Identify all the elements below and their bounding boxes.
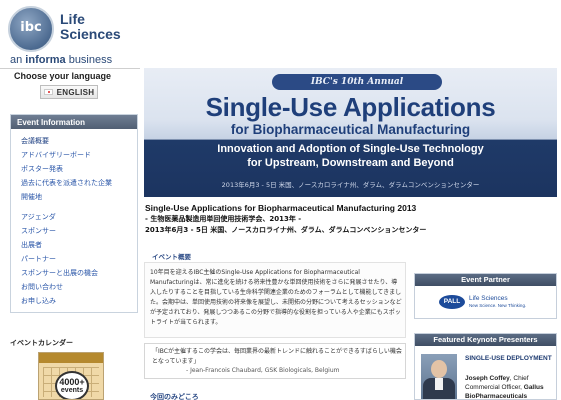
sidebar-item-partners[interactable]: パートナー xyxy=(11,252,137,266)
banner-date: 2013年6月3 - 5日 米国、ノースカロライナ州、ダラム、ダラムコンベンショ… xyxy=(221,181,480,189)
pall-logo-text: Life Sciences xyxy=(469,295,508,302)
left-sidebar: Choose your language ENGLISH Event Infor… xyxy=(0,68,140,313)
highlights-label: 今回のみどころ xyxy=(150,393,199,400)
language-heading: Choose your language xyxy=(0,68,140,82)
banner-title: Single-Use Applications xyxy=(205,92,496,122)
event-calendar-image[interactable]: 4000+ events xyxy=(38,352,104,400)
logo-tagline: an informa business xyxy=(10,54,112,66)
keynote-panel: Featured Keynote Presenters SINGLE-USE D… xyxy=(414,333,557,400)
keynote-speaker-photo xyxy=(421,354,457,399)
sidebar-item-exhibitors[interactable]: 出展者 xyxy=(11,238,137,252)
speaker-shirt xyxy=(435,378,443,390)
event-banner: IBC's 10th Annual Single-Use Application… xyxy=(144,68,557,197)
speaker-name: Joseph Coffey xyxy=(465,375,510,382)
tagline-post: business xyxy=(65,54,113,66)
pall-logo-sub: New Science. New Thinking. xyxy=(469,303,527,308)
keynote-heading: Featured Keynote Presenters xyxy=(415,334,556,346)
keynote-speaker: Joseph Coffey, Chief Commercial Officer,… xyxy=(465,374,556,399)
speaker-head xyxy=(431,360,447,378)
sidebar-item-past-attendees[interactable]: 過去に代表を派遣された企業 xyxy=(11,176,137,190)
calendar-badge: 4000+ events xyxy=(55,371,89,399)
sidebar-item-register[interactable]: お申し込み xyxy=(11,294,137,308)
event-date-location: 2013年6月3 - 5日 米国、ノースカロライナ州、ダラム、ダラムコンベンショ… xyxy=(145,226,427,234)
event-partner-heading: Event Partner xyxy=(415,274,556,286)
pall-logo[interactable]: PALL Life Sciences New Science. New Thin… xyxy=(439,293,535,311)
logo-line2: Sciences xyxy=(60,26,121,42)
pall-logo-mark: PALL xyxy=(439,295,465,309)
sidebar-item-sponsors[interactable]: スポンサー xyxy=(11,224,137,238)
sidebar-item-posters[interactable]: ポスター発表 xyxy=(11,162,137,176)
event-calendar-heading: イベントカレンダー xyxy=(10,339,73,347)
calendar-badge-number: 4000+ xyxy=(59,376,85,387)
sidebar-item-overview[interactable]: 会議概要 xyxy=(11,134,137,148)
keynote-topic[interactable]: SINGLE-USE DEPLOYMENT xyxy=(465,354,555,363)
event-title-japanese: - 生物医薬品製造用単回使用技術学会、2013年 - xyxy=(145,215,302,223)
banner-tagline-2: for Upstream, Downstream and Beyond xyxy=(247,157,454,169)
event-information-panel: Event Information 会議概要 アドバイザリーボード ポスター発表… xyxy=(10,114,138,313)
testimonial-author: - Jean-Francois Chaubard, GSK Biological… xyxy=(186,367,340,374)
banner-subtitle: for Biopharmaceutical Manufacturing xyxy=(230,122,471,137)
overview-label: イベント概要 xyxy=(152,253,191,261)
sidebar-item-advisory-board[interactable]: アドバイザリーボード xyxy=(11,148,137,162)
language-button-label: ENGLISH xyxy=(56,87,95,97)
testimonial-text: 「IBCが主催するこの学会は、毎回業界の最新トレンドに触れることができるすばらし… xyxy=(152,348,402,365)
tagline-pre: an xyxy=(10,54,26,66)
calendar-binding xyxy=(39,353,103,363)
ibc-life-sciences-logo[interactable]: ibc Life Sciences an informa business xyxy=(8,6,138,66)
calendar-badge-word: events xyxy=(60,386,84,394)
event-information-heading: Event Information xyxy=(11,115,137,129)
flag-icon xyxy=(43,89,53,95)
logo-line1: Life xyxy=(60,11,85,27)
sidebar-item-sponsorship-opportunities[interactable]: スポンサーと出展の機会 xyxy=(11,266,137,280)
event-partner-panel: Event Partner PALL Life Sciences New Sci… xyxy=(414,273,557,319)
language-button[interactable]: ENGLISH xyxy=(40,85,98,99)
event-title: Single-Use Applications for Biopharmaceu… xyxy=(145,203,417,213)
banner-tagline-1: Innovation and Adoption of Single-Use Te… xyxy=(217,143,484,155)
logo-wordmark: Life Sciences xyxy=(60,12,121,42)
overview-text: 10年目を迎えるIBC主催のSingle-Use Applications fo… xyxy=(150,269,402,326)
sidebar-item-venue[interactable]: 開催地 xyxy=(11,190,137,204)
banner-tag: IBC's 10th Annual xyxy=(272,74,442,90)
sidebar-item-agenda[interactable]: アジェンダ xyxy=(11,210,137,224)
sidebar-item-contact[interactable]: お問い合わせ xyxy=(11,280,137,294)
event-title-block: Single-Use Applications for Biopharmaceu… xyxy=(145,203,555,236)
tagline-bold: informa xyxy=(25,54,66,66)
logo-badge-text: ibc xyxy=(20,20,42,35)
